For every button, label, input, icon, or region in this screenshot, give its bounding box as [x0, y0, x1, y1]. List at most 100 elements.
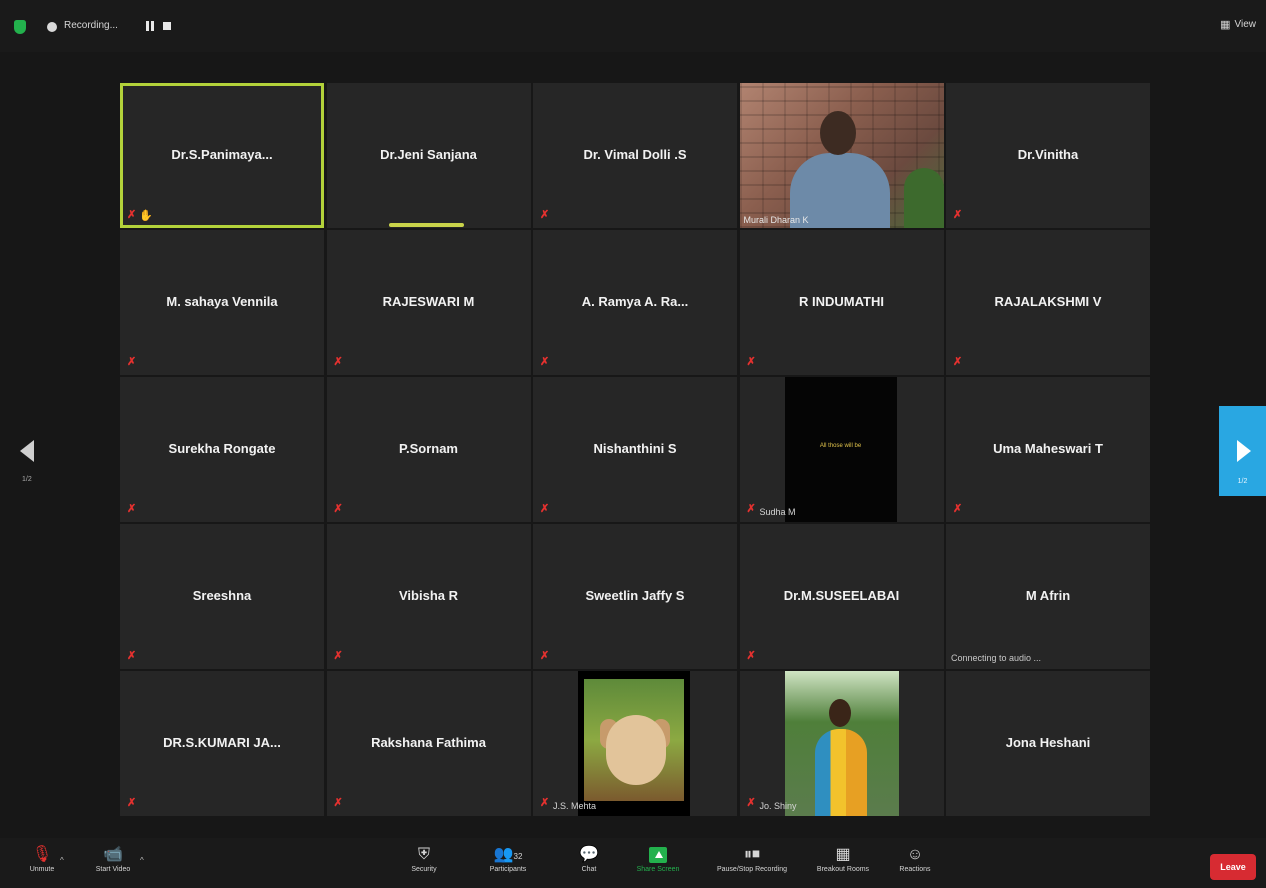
- mic-muted-icon: ✗: [953, 503, 963, 515]
- participant-tile[interactable]: A. Ramya A. Ra... ✗: [533, 230, 737, 375]
- participant-name: Dr.S.Panimaya...: [171, 147, 273, 162]
- pause-recording-icon[interactable]: [145, 21, 155, 31]
- participant-tile[interactable]: Dr.Vinitha ✗: [946, 83, 1150, 228]
- participant-video: All those will be: [784, 377, 897, 522]
- participant-tile[interactable]: RAJALAKSHMI V ✗: [946, 230, 1150, 375]
- participant-name: RAJESWARI M: [382, 294, 475, 309]
- mic-muted-icon: ✗: [540, 650, 550, 662]
- leave-button[interactable]: Leave: [1210, 854, 1256, 880]
- participant-name: Jo. Shiny: [759, 801, 797, 811]
- participant-name: Sreeshna: [192, 588, 252, 603]
- participant-tile[interactable]: Surekha Rongate ✗: [120, 377, 324, 522]
- plant: [903, 168, 944, 228]
- breakout-rooms-button[interactable]: ▦ Breakout Rooms: [810, 844, 876, 873]
- grid-view-icon: ▦: [1220, 19, 1231, 31]
- unmute-label: Unmute: [29, 866, 55, 873]
- reactions-button[interactable]: ☺ Reactions: [892, 844, 938, 873]
- participant-tile[interactable]: Sweetlin Jaffy S ✗: [533, 524, 737, 669]
- participant-name: Uma Maheswari T: [993, 441, 1103, 456]
- previous-page-arrow-icon[interactable]: [20, 440, 34, 462]
- participant-tile[interactable]: M. sahaya Vennila ✗: [120, 230, 324, 375]
- participant-name: Dr.M.SUSEELABAI: [783, 588, 900, 603]
- mic-muted-icon: ✗: [333, 650, 343, 662]
- person-body: [814, 729, 867, 816]
- participant-name: A. Ramya A. Ra...: [581, 294, 689, 309]
- mic-muted-icon: ✗: [333, 797, 343, 809]
- participant-tile[interactable]: RAJESWARI M ✗: [326, 230, 531, 375]
- chat-icon: 💬: [579, 846, 599, 863]
- mic-muted-icon: ✗: [127, 797, 137, 809]
- mic-muted-icon: ✗: [333, 356, 343, 368]
- participant-name: J.S. Mehta: [553, 801, 597, 811]
- participant-tile[interactable]: Sreeshna ✗: [120, 524, 324, 669]
- participant-name: Nishanthini S: [593, 441, 677, 456]
- breakout-rooms-label: Breakout Rooms: [816, 866, 870, 873]
- participants-label: Participants: [489, 866, 527, 873]
- participant-tile[interactable]: Rakshana Fathima ✗: [326, 671, 531, 816]
- chat-button[interactable]: 💬 Chat: [574, 844, 604, 873]
- next-page-button[interactable]: 1/2: [1219, 406, 1266, 496]
- participants-button[interactable]: 👥32 Participants: [478, 844, 538, 873]
- mic-muted-icon: ✗: [746, 797, 756, 809]
- view-label: View: [1234, 19, 1257, 30]
- participant-tile[interactable]: Dr.Jeni Sanjana: [326, 83, 531, 228]
- chevron-up-icon: ^: [140, 856, 144, 865]
- participant-video: [739, 83, 944, 228]
- participant-video-tile[interactable]: ✗ J.S. Mehta: [533, 671, 737, 816]
- security-button[interactable]: ⛨ Security: [404, 844, 444, 873]
- participant-tile[interactable]: Dr. Vimal Dolli .S ✗: [533, 83, 737, 228]
- video-caption-text: All those will be: [819, 443, 862, 449]
- page-indicator-right: 1/2: [1237, 478, 1248, 485]
- participant-tile[interactable]: Vibisha R ✗: [326, 524, 531, 669]
- participant-tile[interactable]: Dr.S.Panimaya... ✗ ✋: [120, 83, 324, 228]
- stop-recording-icon[interactable]: [163, 22, 171, 30]
- top-bar: Recording... ▦ View: [0, 0, 1266, 52]
- participant-video-tile[interactable]: Murali Dharan K: [739, 83, 944, 228]
- participant-name: Rakshana Fathima: [371, 735, 486, 750]
- unmute-button[interactable]: 🎙 Unmute: [22, 844, 62, 873]
- participant-tile[interactable]: P.Sornam ✗: [326, 377, 531, 522]
- chat-label: Chat: [581, 866, 597, 873]
- page-indicator-left: 1/2: [22, 476, 32, 483]
- chevron-up-icon: ^: [60, 856, 64, 865]
- reactions-icon: ☺: [906, 846, 924, 863]
- shield-icon: ⛨: [417, 846, 430, 863]
- participant-name: Surekha Rongate: [168, 441, 276, 456]
- mic-muted-icon: ✗: [953, 209, 963, 221]
- meeting-toolbar: 🎙 Unmute ^ 📹 Start Video ^ ⛨ Security 👥3…: [0, 838, 1266, 888]
- participant-name: Dr.Vinitha: [1017, 147, 1079, 162]
- participant-tile[interactable]: Dr.M.SUSEELABAI ✗: [739, 524, 944, 669]
- view-button[interactable]: ▦ View: [1220, 18, 1256, 31]
- participant-video-tile[interactable]: All those will be ✗ Sudha M: [739, 377, 944, 522]
- recording-icon: [47, 22, 57, 32]
- participant-name: M Afrin: [1025, 588, 1071, 603]
- mic-muted-icon: ✗: [127, 650, 137, 662]
- breakout-rooms-icon: ▦: [835, 846, 851, 863]
- participant-tile[interactable]: Uma Maheswari T ✗: [946, 377, 1150, 522]
- start-video-button[interactable]: 📹 Start Video: [88, 844, 138, 873]
- pause-stop-recording-button[interactable]: ⏸⏹ Pause/Stop Recording: [702, 844, 802, 873]
- gallery-grid: Dr.S.Panimaya... ✗ ✋ Dr.Jeni Sanjana Dr.…: [120, 83, 1150, 818]
- microphone-muted-icon: 🎙: [31, 846, 53, 863]
- participant-video: [578, 671, 690, 816]
- participant-tile[interactable]: M Afrin Connecting to audio ...: [946, 524, 1150, 669]
- start-video-label: Start Video: [95, 866, 131, 873]
- mic-muted-icon: ✗: [540, 797, 550, 809]
- participant-video-tile[interactable]: ✗ Jo. Shiny: [739, 671, 944, 816]
- participant-tile[interactable]: Nishanthini S ✗: [533, 377, 737, 522]
- share-screen-button[interactable]: Share Screen: [628, 844, 688, 873]
- recording-label: Recording...: [64, 20, 118, 31]
- mic-muted-icon: ✗: [540, 209, 550, 221]
- pause-stop-recording-label: Pause/Stop Recording: [716, 866, 788, 873]
- participant-name: M. sahaya Vennila: [166, 294, 278, 309]
- share-screen-icon: [628, 844, 688, 866]
- participant-name: Sudha M: [759, 507, 796, 517]
- participants-count: 32: [513, 852, 523, 861]
- participant-tile[interactable]: R INDUMATHI ✗: [739, 230, 944, 375]
- dog-body: [606, 715, 666, 785]
- mic-muted-icon: ✗: [127, 356, 137, 368]
- participant-tile[interactable]: DR.S.KUMARI JA... ✗: [120, 671, 324, 816]
- dog-photo: [584, 679, 684, 801]
- participant-tile[interactable]: Jona Heshani: [946, 671, 1150, 816]
- shield-icon[interactable]: [14, 20, 26, 34]
